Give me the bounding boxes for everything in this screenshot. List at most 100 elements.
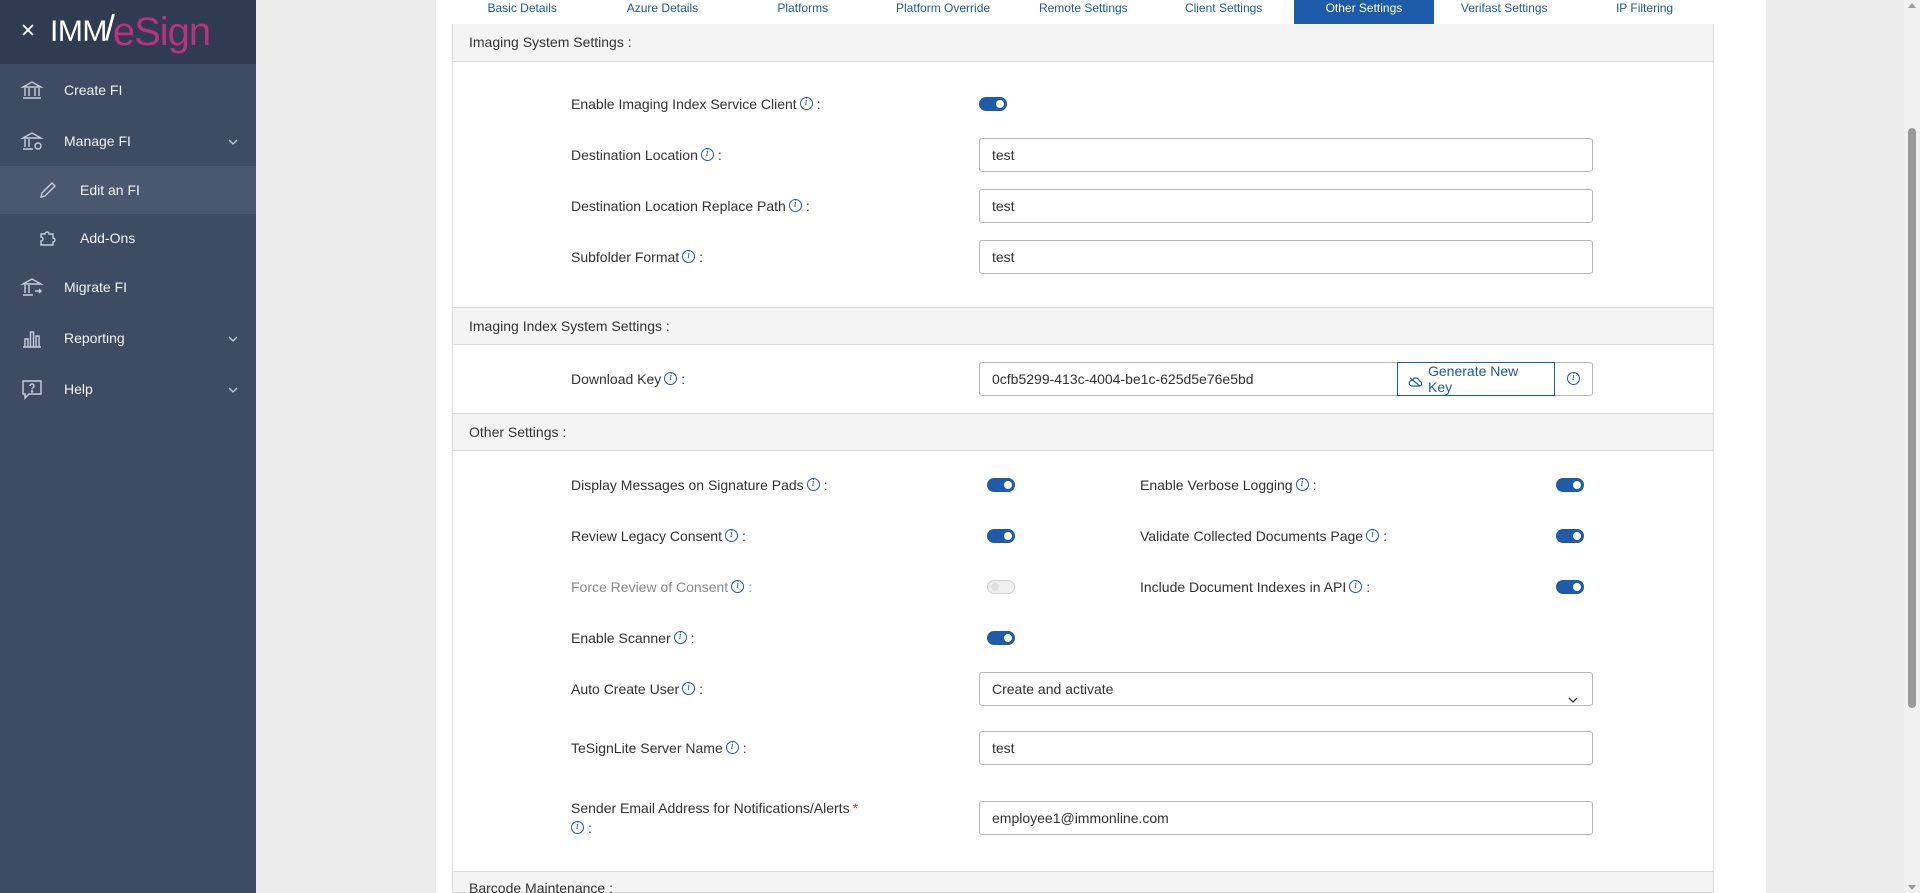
chevron-down-icon [1568, 684, 1578, 703]
sidebar: IMM / eSign Create FI Manage FI Edit an FI [0, 0, 256, 893]
sender-email-label: Sender Email Address for Notifications/A… [571, 800, 859, 816]
sidebar-item-label: Create FI [64, 81, 123, 98]
display-messages-label: Display Messages on Signature Pads: [571, 477, 828, 493]
info-icon[interactable] [700, 147, 714, 161]
sidebar-item-label: Edit an FI [80, 182, 140, 198]
auto-create-user-label: Auto Create User: [571, 681, 703, 697]
tab-basic-details[interactable]: Basic Details [452, 0, 592, 24]
info-icon[interactable] [799, 96, 813, 110]
sidebar-item-label: Add-Ons [80, 230, 136, 246]
info-icon[interactable] [1295, 477, 1309, 491]
chevron-down-icon [228, 382, 238, 393]
info-icon[interactable] [682, 249, 696, 263]
include-indexes-toggle[interactable] [1556, 580, 1584, 594]
force-review-toggle [987, 580, 1015, 594]
scrollbar-thumb[interactable] [1908, 128, 1916, 708]
sidebar-header: IMM / eSign [0, 0, 256, 64]
tab-ip-filtering[interactable]: IP Filtering [1574, 0, 1714, 24]
destination-location-input[interactable]: test [979, 138, 1593, 172]
server-name-input[interactable]: test [979, 731, 1593, 765]
close-icon[interactable] [18, 20, 38, 40]
enable-scanner-label: Enable Scanner: [571, 630, 695, 646]
chevron-down-icon [228, 134, 238, 145]
scroll-up-icon[interactable] [1908, 3, 1916, 8]
tab-other-settings[interactable]: Other Settings [1293, 0, 1435, 24]
info-icon[interactable] [571, 820, 584, 834]
force-review-label: Force Review of Consent: [571, 579, 752, 595]
include-indexes-label: Include Document Indexes in API: [1140, 579, 1370, 595]
info-icon[interactable] [682, 681, 696, 695]
enable-scanner-toggle[interactable] [987, 631, 1015, 645]
download-key-input[interactable]: 0cfb5299-413c-4004-be1c-625d5e76e5bd [979, 362, 1398, 396]
sidebar-item-edit-fi[interactable]: Edit an FI [0, 166, 256, 214]
sidebar-item-create-fi[interactable]: Create FI [0, 64, 256, 115]
replace-path-input[interactable]: test [979, 189, 1593, 223]
sidebar-nav: Create FI Manage FI Edit an FI Add-Ons M… [0, 64, 256, 414]
sidebar-item-add-ons[interactable]: Add-Ons [0, 214, 256, 262]
info-icon[interactable] [1366, 528, 1380, 542]
server-name-label: TeSignLite Server Name: [571, 740, 747, 756]
help-icon [20, 377, 44, 401]
sidebar-item-label: Manage FI [64, 132, 131, 149]
tab-verifast-settings[interactable]: Verifast Settings [1434, 0, 1574, 24]
info-icon[interactable] [725, 740, 739, 754]
verbose-logging-label: Enable Verbose Logging: [1140, 477, 1316, 493]
enable-imaging-label: Enable Imaging Index Service Client: [571, 96, 821, 112]
review-legacy-toggle[interactable] [987, 529, 1015, 543]
sidebar-item-label: Reporting [64, 329, 125, 346]
download-key-label: Download Key: [571, 371, 685, 387]
sender-email-label-suffix: : [568, 820, 592, 836]
section-heading-other-settings: Other Settings : [453, 413, 1713, 451]
validate-docs-label: Validate Collected Documents Page: [1140, 528, 1387, 544]
sidebar-item-migrate-fi[interactable]: Migrate FI [0, 262, 256, 312]
chevron-down-icon [228, 331, 238, 342]
sidebar-item-help[interactable]: Help [0, 363, 256, 414]
bar-chart-icon [20, 326, 44, 350]
scrollbar[interactable] [1904, 0, 1920, 893]
bank-settings-icon [20, 129, 44, 153]
info-icon[interactable] [1349, 579, 1363, 593]
bank-icon [20, 78, 44, 102]
logo: IMM / eSign [50, 7, 211, 54]
info-icon[interactable] [724, 528, 738, 542]
subfolder-format-input[interactable]: test [979, 240, 1593, 274]
destination-location-label: Destination Location: [571, 147, 722, 163]
generate-new-key-label: Generate New Key [1428, 363, 1519, 395]
auto-create-user-value: Create and activate [992, 681, 1114, 697]
sidebar-item-label: Help [64, 380, 93, 397]
tab-remote-settings[interactable]: Remote Settings [1013, 0, 1153, 24]
sidebar-item-label: Migrate FI [64, 279, 128, 295]
cloud-icon [1408, 374, 1423, 387]
pencil-icon [36, 178, 60, 202]
validate-docs-toggle[interactable] [1556, 529, 1584, 543]
enable-imaging-toggle[interactable] [979, 97, 1007, 111]
generate-new-key-button[interactable]: Generate New Key [1397, 362, 1555, 396]
section-heading-barcode: Barcode Maintenance : [453, 871, 1713, 893]
sender-email-input[interactable]: employee1@immonline.com [979, 801, 1593, 835]
info-icon[interactable] [673, 630, 687, 644]
download-key-info-button[interactable] [1555, 362, 1593, 396]
info-icon[interactable] [788, 198, 802, 212]
required-marker: * [852, 800, 859, 816]
tab-platforms[interactable]: Platforms [733, 0, 873, 24]
auto-create-user-select[interactable]: Create and activate [979, 672, 1593, 706]
puzzle-icon [36, 226, 60, 250]
section-heading-imaging-index: Imaging Index System Settings : [453, 307, 1713, 345]
sidebar-item-manage-fi[interactable]: Manage FI [0, 115, 256, 166]
verbose-logging-toggle[interactable] [1556, 478, 1584, 492]
sidebar-item-reporting[interactable]: Reporting [0, 312, 256, 363]
section-heading-imaging-system: Imaging System Settings : [453, 24, 1713, 62]
tab-bar: Basic Details Azure Details Platforms Pl… [452, 0, 1735, 24]
info-icon[interactable] [731, 579, 745, 593]
subfolder-format-label: Subfolder Format: [571, 249, 703, 265]
review-legacy-label: Review Legacy Consent: [571, 528, 746, 544]
tab-azure-details[interactable]: Azure Details [592, 0, 732, 24]
display-messages-toggle[interactable] [987, 478, 1015, 492]
tab-client-settings[interactable]: Client Settings [1153, 0, 1293, 24]
info-icon[interactable] [664, 371, 678, 385]
scroll-down-icon[interactable] [1908, 885, 1916, 890]
tab-platform-override[interactable]: Platform Override [873, 0, 1013, 24]
info-icon[interactable] [806, 477, 820, 491]
bank-migrate-icon [20, 275, 44, 299]
info-icon [1567, 371, 1580, 385]
